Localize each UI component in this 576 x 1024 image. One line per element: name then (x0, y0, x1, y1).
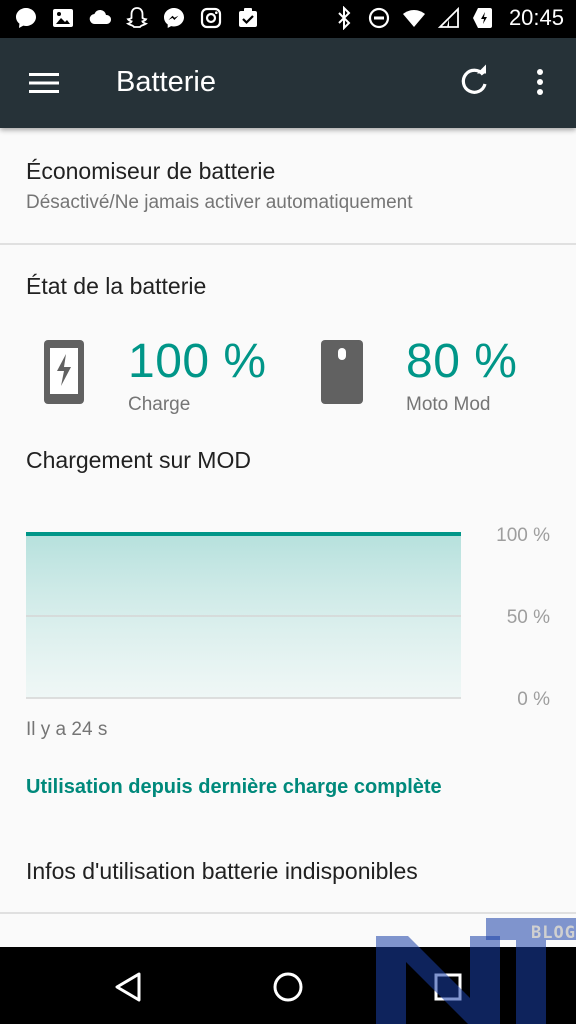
home-button[interactable] (266, 965, 310, 1009)
phone-battery-label: Charge (128, 394, 191, 415)
battery-chart: 100 % 50 % 0 % (0, 500, 576, 720)
phone-charging-icon (43, 339, 85, 405)
battery-saver-title: Économiseur de batterie (26, 158, 276, 184)
refresh-icon (461, 64, 487, 94)
usage-info-unavailable: Infos d'utilisation batterie indisponibl… (26, 858, 418, 884)
bluetooth-icon (332, 6, 356, 30)
usage-since-full-charge-link[interactable]: Utilisation depuis dernière charge compl… (26, 776, 442, 799)
hamburger-menu-icon (29, 73, 59, 93)
recents-button[interactable] (426, 965, 470, 1009)
menu-button[interactable] (22, 63, 66, 103)
more-vert-icon (537, 69, 543, 95)
notification-icons (14, 6, 260, 30)
messenger-icon (162, 6, 186, 30)
battery-saver-setting[interactable]: Économiseur de batterie Désactivé/Ne jam… (0, 128, 576, 244)
moto-mod-icon (321, 340, 363, 404)
wifi-icon (402, 6, 426, 30)
back-icon (115, 972, 141, 1002)
battery-state-title: État de la batterie (26, 273, 207, 299)
navigation-bar (0, 947, 576, 1024)
watermark-blog-text: BLOG (531, 923, 576, 943)
image-icon (51, 6, 75, 30)
recents-icon (434, 973, 462, 1001)
mod-charging-title: Chargement sur MOD (26, 447, 251, 473)
mod-battery-percent: 80 % (406, 335, 518, 388)
divider (0, 243, 576, 245)
refresh-button[interactable] (454, 62, 494, 102)
y-tick-label-100: 100 % (496, 525, 550, 546)
overflow-menu-button[interactable] (524, 62, 556, 102)
ghost-icon (125, 6, 149, 30)
signal-icon (437, 6, 461, 30)
phone-battery-percent: 100 % (128, 335, 267, 388)
y-tick-label-50: 50 % (506, 607, 550, 628)
divider (0, 912, 576, 914)
status-bar: 20:45 (0, 0, 576, 38)
cloud-icon (88, 6, 112, 30)
battery-charging-icon (472, 6, 496, 30)
y-tick-label-0: 0 % (517, 689, 550, 710)
instagram-icon (199, 6, 223, 30)
time-ago-label: Il y a 24 s (26, 719, 108, 740)
do-not-disturb-icon (367, 6, 391, 30)
app-bar: Batterie (0, 38, 576, 128)
home-icon (273, 972, 303, 1002)
battery-saver-subtitle: Désactivé/Ne jamais activer automatiquem… (26, 192, 413, 213)
back-button[interactable] (106, 965, 150, 1009)
system-icons: 20:45 (332, 6, 564, 30)
chat-bubble-icon (14, 6, 38, 30)
clipboard-check-icon (236, 6, 260, 30)
mod-battery-label: Moto Mod (406, 394, 491, 415)
clock: 20:45 (508, 5, 564, 30)
page-title: Batterie (116, 66, 216, 98)
